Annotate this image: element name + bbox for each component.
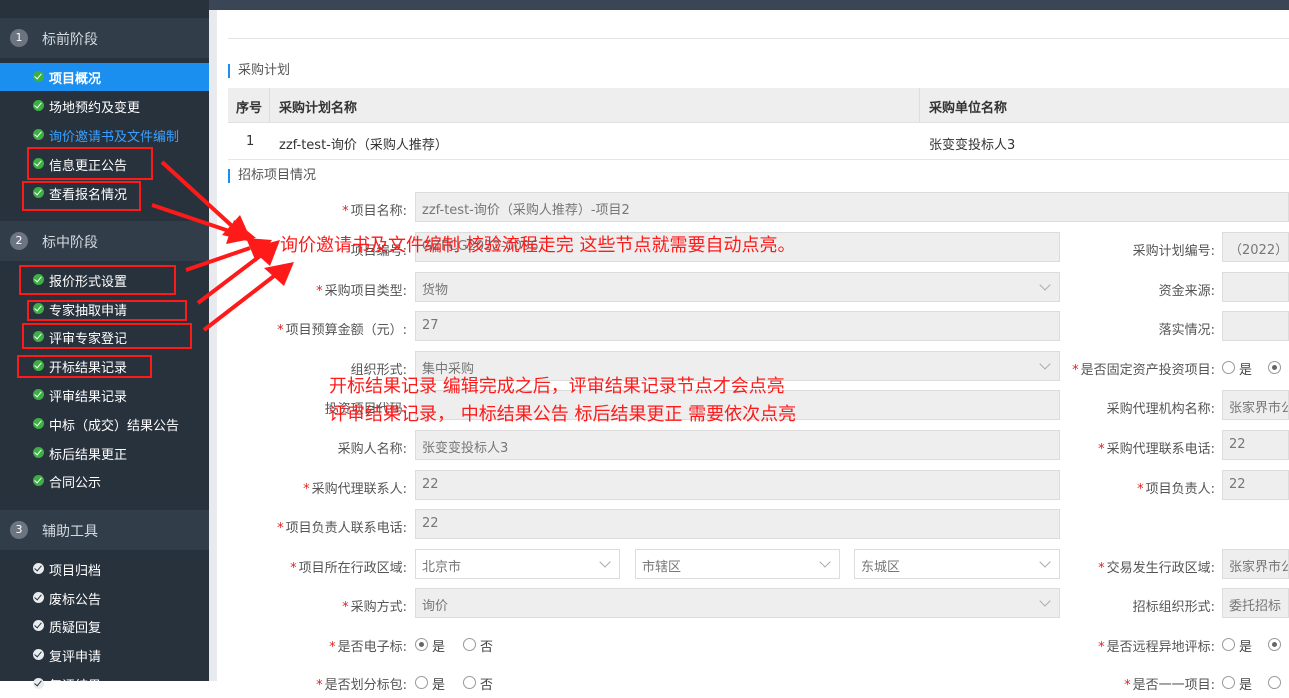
arrow-line [185, 246, 251, 272]
arrow-line [202, 274, 276, 332]
annotation-note: 开标结果记录 编辑完成之后，评审结果记录节点才会点亮 [329, 376, 785, 397]
annotation-note: 评审结果记录， 中标结果公告 标后结果更正 需要依次点亮 [329, 404, 797, 425]
arrow-line [160, 160, 234, 228]
annotation-arrows [151, 160, 294, 332]
arrow-line [151, 203, 233, 234]
annotation-note: 询价邀请书及文件编制 核验流程走完 这些节点就需要自动点亮。 [280, 235, 796, 256]
